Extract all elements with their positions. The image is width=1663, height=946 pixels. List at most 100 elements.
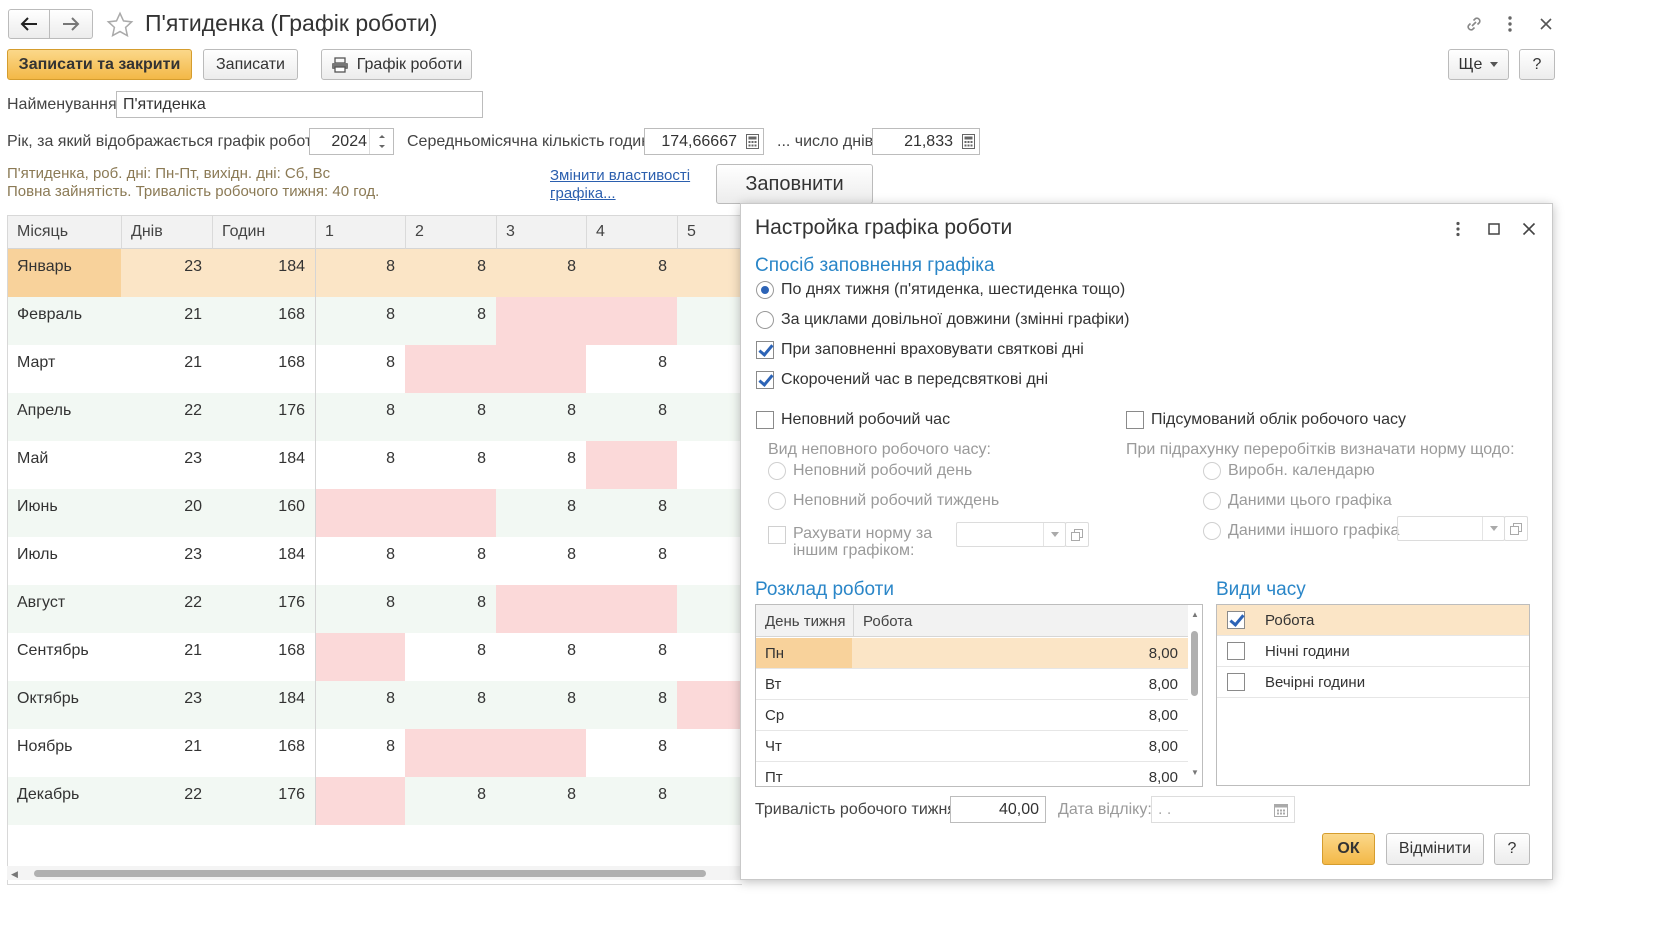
cell-day-5[interactable]	[677, 777, 742, 825]
schedule-column-header[interactable]: Робота	[853, 605, 1188, 637]
cell-month[interactable]: Февраль	[8, 297, 121, 345]
more-button[interactable]: Ще	[1448, 49, 1509, 80]
scrollbar-thumb[interactable]	[34, 870, 706, 877]
cell-days[interactable]: 23	[121, 249, 212, 297]
norm-other-schedule-select[interactable]	[956, 522, 1066, 547]
cell-day-4[interactable]: 8	[586, 537, 677, 585]
dialog-help-button[interactable]: ?	[1494, 833, 1530, 865]
cell-day-5[interactable]	[677, 633, 742, 681]
schedule-vertical-scrollbar[interactable]: ▲ ▼	[1188, 605, 1202, 786]
cell-day-5[interactable]	[677, 585, 742, 633]
cell-day-2[interactable]: 8	[405, 393, 496, 441]
cell-day-4[interactable]: 8	[586, 345, 677, 393]
cell-day-1[interactable]: 8	[315, 537, 405, 585]
cell-days[interactable]: 23	[121, 681, 212, 729]
cell-month[interactable]: Сентябрь	[8, 633, 121, 681]
cell-month[interactable]: Январь	[8, 249, 121, 297]
cell-hours[interactable]: 184	[212, 537, 315, 585]
cell-day-1[interactable]: 8	[315, 249, 405, 297]
cell-day-5[interactable]	[677, 441, 742, 489]
cell-hours[interactable]: 176	[212, 777, 315, 825]
schedule-row[interactable]: Пн 8,00	[756, 638, 1188, 669]
cell-days[interactable]: 21	[121, 729, 212, 777]
schedule-work-value[interactable]: 8,00	[853, 669, 1188, 699]
cell-hours[interactable]: 168	[212, 345, 315, 393]
time-kind-item[interactable]: Нічні години	[1217, 636, 1529, 667]
cell-day-1[interactable]: 8	[315, 345, 405, 393]
cell-day-5[interactable]	[677, 489, 742, 537]
column-header[interactable]: 2	[405, 216, 496, 249]
cell-month[interactable]: Декабрь	[8, 777, 121, 825]
cell-hours[interactable]: 176	[212, 393, 315, 441]
cell-day-2[interactable]: 8	[405, 585, 496, 633]
cell-day-1[interactable]: 8	[315, 681, 405, 729]
radio-prod-calendar[interactable]	[1203, 462, 1221, 480]
column-header[interactable]: Годин	[212, 216, 315, 249]
cell-day-3[interactable]: 8	[496, 441, 586, 489]
horizontal-scrollbar[interactable]: ◀	[7, 866, 742, 880]
cell-month[interactable]: Март	[8, 345, 121, 393]
cell-day-4[interactable]	[586, 297, 677, 345]
cell-month[interactable]: Апрель	[8, 393, 121, 441]
schedule-button[interactable]: Графік роботи	[321, 49, 472, 80]
cell-day-5[interactable]	[677, 537, 742, 585]
cell-day-3[interactable]: 8	[496, 393, 586, 441]
radio-by-weekdays[interactable]	[756, 281, 774, 299]
radio-part-week-label[interactable]: Неповний робочий тиждень	[793, 492, 999, 510]
open-form-icon[interactable]	[1504, 516, 1528, 541]
cell-month[interactable]: Июнь	[8, 489, 121, 537]
cell-day-3[interactable]	[496, 585, 586, 633]
cell-month[interactable]: Июль	[8, 537, 121, 585]
change-properties-link[interactable]: Змінити властивості графіка...	[550, 167, 690, 203]
cell-day-4[interactable]: 8	[586, 393, 677, 441]
schedule-column-header[interactable]: День тижня	[756, 605, 852, 637]
radio-other-schedule-label[interactable]: Даними іншого графіка	[1228, 522, 1399, 540]
cell-days[interactable]: 23	[121, 441, 212, 489]
cell-hours[interactable]: 184	[212, 681, 315, 729]
time-kind-item[interactable]: Вечірні години	[1217, 667, 1529, 698]
other-schedule-select[interactable]	[1397, 516, 1505, 541]
time-kind-checkbox[interactable]	[1227, 673, 1245, 691]
cell-day-1[interactable]: 8	[315, 393, 405, 441]
cell-hours[interactable]: 176	[212, 585, 315, 633]
link-icon[interactable]	[1463, 13, 1485, 35]
checkbox-norm-other[interactable]	[768, 526, 786, 544]
cell-day-4[interactable]: 8	[586, 729, 677, 777]
cell-days[interactable]: 22	[121, 585, 212, 633]
close-icon[interactable]	[1518, 218, 1540, 240]
cell-month[interactable]: Октябрь	[8, 681, 121, 729]
cell-days[interactable]: 21	[121, 633, 212, 681]
cell-day-3[interactable]: 8	[496, 489, 586, 537]
cell-day-4[interactable]: 8	[586, 489, 677, 537]
cell-day-4[interactable]: 8	[586, 777, 677, 825]
work-schedule-table[interactable]: День тижня Робота Пн 8,00 Вт 8,00 Ср 8,00 Чт 8,00…	[755, 604, 1203, 787]
cell-day-2[interactable]: 8	[405, 633, 496, 681]
ok-button[interactable]: ОК	[1322, 833, 1375, 865]
scrollbar-thumb[interactable]	[1191, 631, 1198, 696]
radio-this-schedule[interactable]	[1203, 492, 1221, 510]
schedule-work-value[interactable]: 8,00	[853, 731, 1188, 761]
cell-day-5[interactable]	[677, 729, 742, 777]
checkbox-holidays-label[interactable]: При заповненні враховувати святкові дні	[781, 341, 1084, 359]
cell-day-4[interactable]	[586, 441, 677, 489]
cell-days[interactable]: 22	[121, 777, 212, 825]
maximize-icon[interactable]	[1483, 218, 1505, 240]
radio-part-day-label[interactable]: Неповний робочий день	[793, 462, 972, 480]
calendar-icon[interactable]	[1271, 800, 1291, 820]
schedule-row[interactable]: Чт 8,00	[756, 731, 1188, 762]
cell-day-4[interactable]: 8	[586, 633, 677, 681]
cell-day-3[interactable]: 8	[496, 249, 586, 297]
more-vertical-icon[interactable]	[1448, 218, 1468, 240]
cell-day-1[interactable]: 8	[315, 297, 405, 345]
save-and-close-button[interactable]: Записати та закрити	[7, 49, 192, 80]
checkbox-part-time[interactable]	[756, 411, 774, 429]
cell-day-1[interactable]	[315, 777, 405, 825]
cell-month[interactable]: Август	[8, 585, 121, 633]
cell-day-2[interactable]	[405, 729, 496, 777]
radio-by-cycles-label[interactable]: За циклами довільної довжини (змінні гра…	[781, 311, 1129, 329]
cancel-button[interactable]: Відмінити	[1386, 833, 1484, 865]
schedule-row[interactable]: Пт 8,00	[756, 762, 1188, 786]
radio-by-weekdays-label[interactable]: По днях тижня (п'ятиденка, шестиденка то…	[781, 281, 1125, 299]
cell-month[interactable]: Май	[8, 441, 121, 489]
time-kind-checkbox[interactable]	[1227, 611, 1245, 629]
